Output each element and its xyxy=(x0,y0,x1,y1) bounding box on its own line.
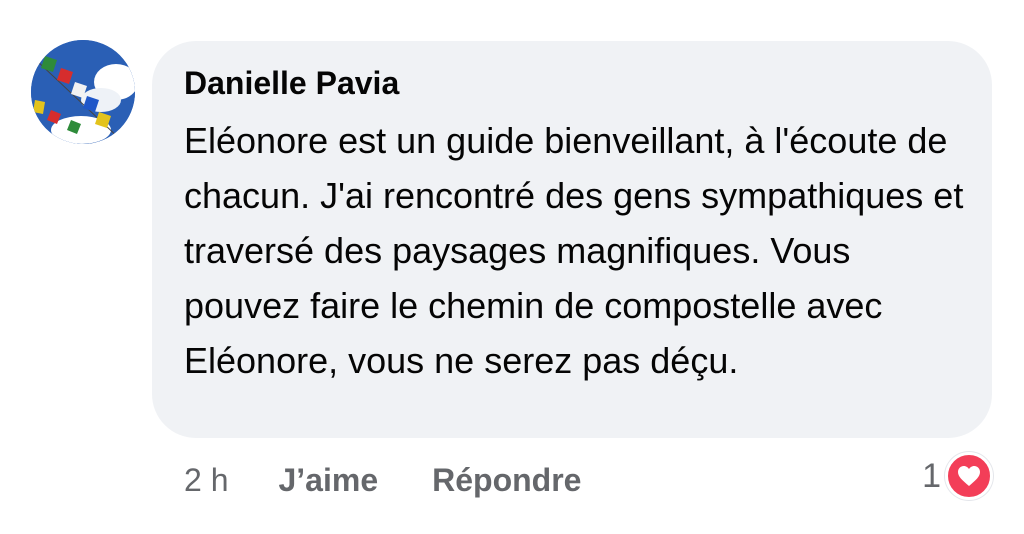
like-button[interactable]: J’aime xyxy=(278,462,378,499)
prayer-flags-avatar-icon xyxy=(31,40,135,144)
comment-bubble: Danielle Pavia Eléonore est un guide bie… xyxy=(152,41,992,438)
reply-button[interactable]: Répondre xyxy=(432,462,581,499)
comment-author[interactable]: Danielle Pavia xyxy=(184,61,962,105)
comment-timestamp[interactable]: 2 h xyxy=(184,462,228,499)
reaction-count: 1 xyxy=(922,456,941,495)
comment-actions: 2 h J’aime Répondre xyxy=(184,456,581,504)
reaction-summary[interactable]: 1 xyxy=(922,452,993,500)
avatar[interactable] xyxy=(31,40,135,144)
comment-container: Danielle Pavia Eléonore est un guide bie… xyxy=(0,0,1024,534)
comment-text: Eléonore est un guide bienveillant, à l'… xyxy=(184,120,964,381)
heart-icon xyxy=(945,452,993,500)
